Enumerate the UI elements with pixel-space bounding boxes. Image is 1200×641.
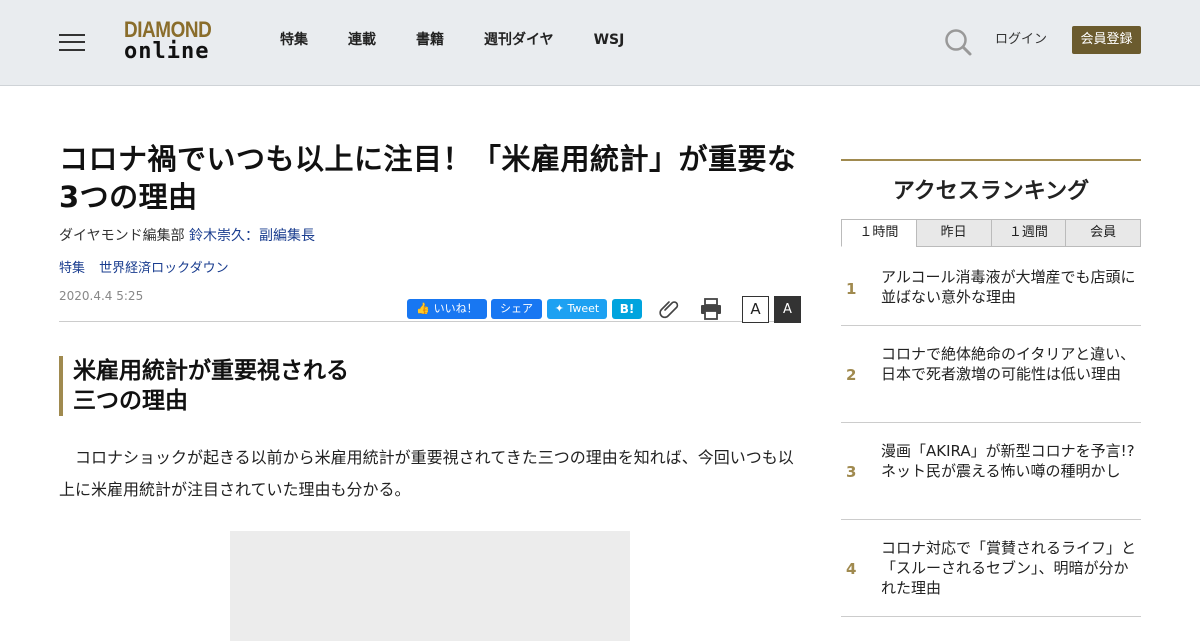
byline-dept: ダイヤモンド編集部	[59, 228, 185, 244]
nav-books[interactable]: 書籍	[416, 30, 444, 50]
section-heading-line1: 米雇用統計が重要視される	[73, 358, 349, 384]
font-size-large-button[interactable]: A	[774, 296, 801, 323]
nav-series[interactable]: 連載	[348, 30, 376, 50]
hatena-bookmark-button[interactable]: B!	[612, 299, 642, 319]
ranking-divider	[841, 159, 1141, 161]
ranking-title: アクセスランキング	[892, 179, 1090, 204]
tag-world-economy-lockdown[interactable]: 世界経済ロックダウン	[99, 261, 228, 276]
logo-line1: DIAMOND	[124, 17, 212, 42]
section-heading-line2: 三つの理由	[73, 388, 188, 414]
facebook-like-button[interactable]: 👍 いいね！	[407, 299, 487, 319]
ranking-item[interactable]: 3 漫画「AKIRA」が新型コロナを予言!?ネット民が震える怖い噂の種明かし	[841, 423, 1141, 520]
tag-list: 特集 世界経済ロックダウン	[59, 260, 801, 278]
publish-date: 2020.4.4 5:25	[59, 289, 144, 303]
rank-number: 3	[846, 463, 857, 481]
rank-number: 1	[846, 280, 857, 298]
ranking-item[interactable]: 2 コロナで絶体絶命のイタリアと違い、日本で死者激増の可能性は低い理由	[841, 326, 1141, 423]
rank-title: アルコール消毒液が大増産でも店頭に並ばない意外な理由	[881, 268, 1136, 306]
tab-1hour[interactable]: １時間	[841, 219, 917, 247]
article-title: コロナ禍でいつも以上に注目！「米雇用統計」が重要な3つの理由	[59, 142, 797, 214]
login-link[interactable]: ログイン	[995, 30, 1047, 50]
rank-number: 2	[846, 366, 857, 384]
ranking-tabs: １時間 昨日 １週間 会員	[841, 219, 1141, 247]
main-nav: 特集 連載 書籍 週刊ダイヤ WSJ	[280, 30, 664, 50]
site-logo[interactable]: DIAMOND online	[124, 19, 228, 63]
tweet-label: Tweet	[567, 302, 600, 315]
like-label: いいね！	[433, 302, 478, 315]
access-ranking: アクセスランキング １時間 昨日 １週間 会員 1 アルコール消毒液が大増産でも…	[841, 159, 1141, 617]
nav-feature[interactable]: 特集	[280, 30, 308, 50]
tab-1week[interactable]: １週間	[990, 219, 1067, 247]
rank-number: 4	[846, 560, 857, 578]
ranking-item[interactable]: 1 アルコール消毒液が大増産でも店頭に並ばない意外な理由	[841, 247, 1141, 326]
menu-icon[interactable]	[59, 31, 85, 53]
article-meta: 2020.4.4 5:25 👍 いいね！ シェア ✦ Tweet B! A A	[59, 286, 801, 323]
byline: ダイヤモンド編集部 鈴木崇久：副編集長	[59, 226, 801, 246]
tab-members[interactable]: 会員	[1065, 219, 1141, 247]
print-icon[interactable]	[699, 297, 723, 321]
rank-title: コロナで絶体絶命のイタリアと違い、日本で死者激増の可能性は低い理由	[881, 345, 1136, 383]
paperclip-icon[interactable]	[659, 298, 681, 320]
article-body: コロナショックが起きる以前から米雇用統計が重要視されてきた三つの理由を知れば、今…	[59, 448, 794, 499]
article: コロナ禍でいつも以上に注目！「米雇用統計」が重要な3つの理由 ダイヤモンド編集部…	[59, 140, 801, 506]
ranking-list: 1 アルコール消毒液が大増産でも店頭に並ばない意外な理由 2 コロナで絶体絶命の…	[841, 247, 1141, 617]
ad-placeholder	[230, 531, 630, 641]
rank-title: コロナ対応で「賞賛されるライフ」と「スルーされるセブン」、明暗が分かれた理由	[881, 539, 1137, 597]
ranking-item[interactable]: 4 コロナ対応で「賞賛されるライフ」と「スルーされるセブン」、明暗が分かれた理由	[841, 520, 1141, 617]
nav-weekly-diamond[interactable]: 週刊ダイヤ	[484, 30, 554, 50]
tag-feature[interactable]: 特集	[59, 261, 85, 276]
font-size-small-button[interactable]: A	[742, 296, 769, 323]
thumbs-up-icon: 👍	[416, 302, 431, 315]
site-header: DIAMOND online 特集 連載 書籍 週刊ダイヤ WSJ ログイン 会…	[0, 0, 1200, 86]
twitter-bird-icon: ✦	[554, 302, 564, 315]
author-link[interactable]: 鈴木崇久：副編集長	[189, 228, 315, 244]
register-button[interactable]: 会員登録	[1072, 26, 1141, 54]
search-icon[interactable]	[943, 27, 973, 57]
tweet-button[interactable]: ✦ Tweet	[547, 299, 607, 319]
nav-wsj[interactable]: WSJ	[594, 30, 625, 50]
tab-yesterday[interactable]: 昨日	[915, 219, 992, 247]
logo-line2: online	[124, 39, 210, 64]
facebook-share-button[interactable]: シェア	[491, 299, 542, 319]
rank-title: 漫画「AKIRA」が新型コロナを予言!?ネット民が震える怖い噂の種明かし	[881, 442, 1135, 480]
section-heading: 米雇用統計が重要視される 三つの理由	[59, 356, 801, 416]
